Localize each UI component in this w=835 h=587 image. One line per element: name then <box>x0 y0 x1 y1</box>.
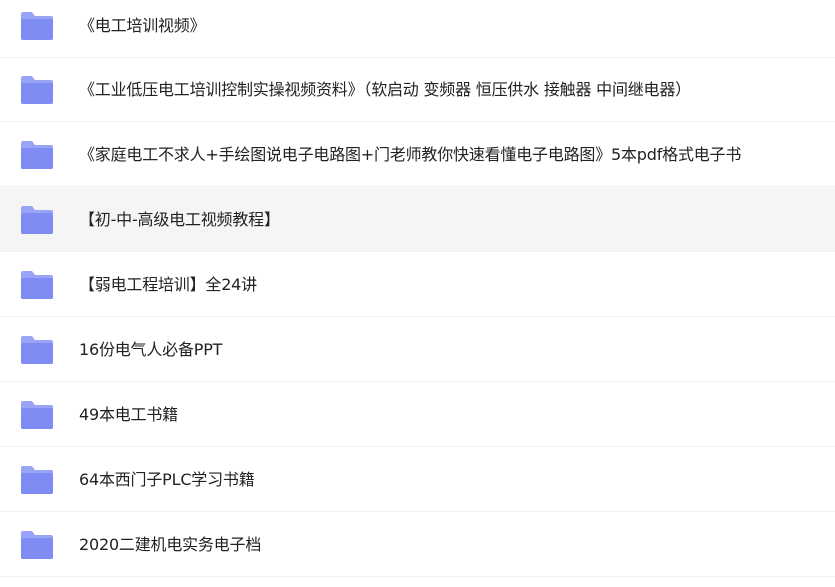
file-list: 《电工培训视频》 《工业低压电工培训控制实操视频资料》（软启动 变频器 恒压供水… <box>0 0 835 587</box>
file-row[interactable]: 【初-中-高级电工视频教程】 <box>0 188 835 252</box>
folder-icon <box>19 399 55 431</box>
file-name[interactable]: 16份电气人必备PPT <box>79 318 222 382</box>
file-row[interactable]: 2020二建机电实务电子档 <box>0 513 835 577</box>
file-row[interactable]: 【弱电工程培训】全24讲 <box>0 253 835 317</box>
file-row[interactable]: 《家庭电工不求人+手绘图说电子电路图+门老师教你快速看懂电子电路图》5本pdf格… <box>0 123 835 187</box>
file-name[interactable]: 《家庭电工不求人+手绘图说电子电路图+门老师教你快速看懂电子电路图》5本pdf格… <box>79 123 741 187</box>
folder-icon <box>19 139 55 171</box>
file-name[interactable]: 【初-中-高级电工视频教程】 <box>79 188 280 252</box>
file-name[interactable]: 2020二建机电实务电子档 <box>79 513 261 577</box>
folder-icon <box>19 74 55 106</box>
folder-icon <box>19 10 55 42</box>
file-row[interactable]: 16份电气人必备PPT <box>0 318 835 382</box>
file-name[interactable]: 《电工培训视频》 <box>79 0 206 58</box>
folder-icon <box>19 204 55 236</box>
folder-icon <box>19 334 55 366</box>
file-name[interactable]: 【弱电工程培训】全24讲 <box>79 253 257 317</box>
file-name[interactable]: 64本西门子PLC学习书籍 <box>79 448 255 512</box>
file-row[interactable]: 64本西门子PLC学习书籍 <box>0 448 835 512</box>
folder-icon <box>19 529 55 561</box>
file-row[interactable]: 49本电工书籍 <box>0 383 835 447</box>
file-name[interactable]: 《工业低压电工培训控制实操视频资料》（软启动 变频器 恒压供水 接触器 中间继电… <box>79 58 691 122</box>
file-row[interactable]: 《电工培训视频》 <box>0 0 835 58</box>
folder-icon <box>19 464 55 496</box>
file-name[interactable]: 49本电工书籍 <box>79 383 178 447</box>
file-row[interactable]: 《工业低压电工培训控制实操视频资料》（软启动 变频器 恒压供水 接触器 中间继电… <box>0 58 835 122</box>
folder-icon <box>19 269 55 301</box>
